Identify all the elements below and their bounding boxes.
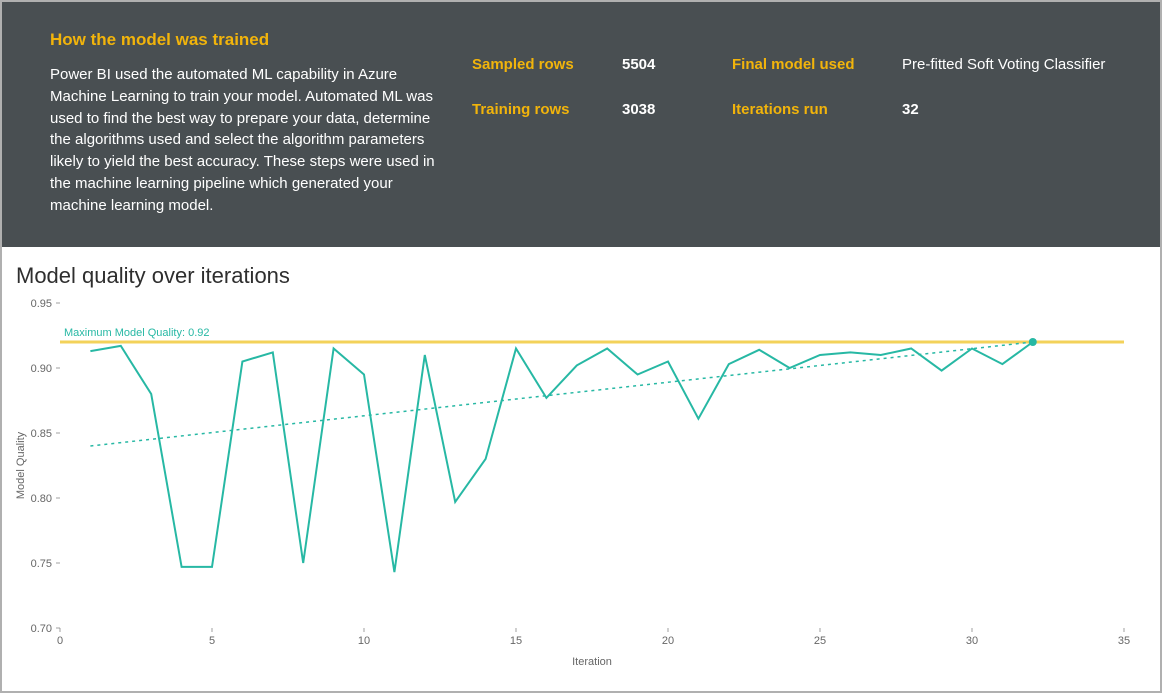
svg-text:10: 10 <box>358 635 370 647</box>
section-body: Power BI used the automated ML capabilit… <box>50 64 442 216</box>
svg-text:0.95: 0.95 <box>31 298 52 310</box>
svg-text:0.70: 0.70 <box>31 623 52 635</box>
training-summary-panel: How the model was trained Power BI used … <box>2 2 1160 247</box>
section-title: How the model was trained <box>50 30 442 50</box>
training-rows-label: Training rows <box>472 101 602 118</box>
svg-text:0.90: 0.90 <box>31 363 52 375</box>
chart-area: 0.70 0.75 0.80 0.85 0.90 0.95 0 5 10 15 20 25 30 35 It… <box>12 293 1142 673</box>
svg-text:0: 0 <box>57 635 63 647</box>
svg-text:20: 20 <box>662 635 674 647</box>
final-model-label: Final model used <box>732 56 882 73</box>
svg-text:30: 30 <box>966 635 978 647</box>
svg-text:Maximum Model Quality: 0.92: Maximum Model Quality: 0.92 <box>64 327 210 339</box>
sampled-rows-value: 5504 <box>622 56 712 73</box>
svg-text:0.85: 0.85 <box>31 428 52 440</box>
svg-text:35: 35 <box>1118 635 1130 647</box>
training-rows-value: 3038 <box>622 101 712 118</box>
sampled-rows-label: Sampled rows <box>472 56 602 73</box>
svg-text:0.80: 0.80 <box>31 493 52 505</box>
iterations-run-label: Iterations run <box>732 101 882 118</box>
training-description: How the model was trained Power BI used … <box>50 30 472 207</box>
chart-panel: Model quality over iterations 0.700.750.… <box>2 247 1160 695</box>
svg-text:25: 25 <box>814 635 826 647</box>
svg-text:5: 5 <box>209 635 215 647</box>
svg-text:Model Quality: Model Quality <box>15 431 27 499</box>
svg-text:15: 15 <box>510 635 522 647</box>
chart-title: Model quality over iterations <box>16 263 1150 289</box>
final-model-value: Pre-fitted Soft Voting Classifier <box>902 56 1112 73</box>
training-metrics: Sampled rows 5504 Final model used Pre-f… <box>472 30 1112 207</box>
svg-text:0.75: 0.75 <box>31 558 52 570</box>
svg-text:Iteration: Iteration <box>572 656 612 668</box>
iterations-run-value: 32 <box>902 101 1112 118</box>
